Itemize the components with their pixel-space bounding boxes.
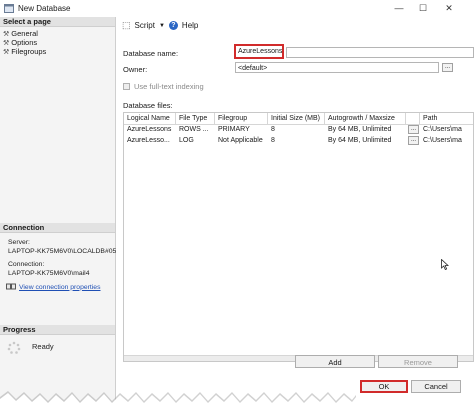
help-icon: ? xyxy=(168,21,178,30)
progress-status: Ready xyxy=(32,342,54,351)
table-row[interactable]: AzureLessons ROWS ... PRIMARY 8 By 64 MB… xyxy=(124,124,473,135)
column-header[interactable]: Initial Size (MB) xyxy=(268,113,325,124)
owner-label: Owner: xyxy=(123,65,148,74)
minimize-button[interactable]: — xyxy=(392,3,406,14)
maximize-button[interactable]: ☐ xyxy=(416,3,430,14)
autogrowth-browse-button[interactable]: ... xyxy=(408,125,419,134)
page-item-label: Filegroups xyxy=(11,47,47,56)
database-name-label: Database name: xyxy=(123,49,179,58)
database-app-icon xyxy=(4,4,14,13)
table-cell[interactable]: AzureLessons xyxy=(124,124,176,135)
owner-browse-button[interactable]: ... xyxy=(442,63,453,72)
torn-edge-decoration xyxy=(0,391,356,407)
script-button[interactable]: Script xyxy=(135,21,155,30)
column-header[interactable]: Autogrowth / Maxsize xyxy=(325,113,406,124)
left-pane: Select a page ⚒ General ⚒ Options ⚒ File… xyxy=(0,17,116,407)
chevron-down-icon[interactable]: ▼ xyxy=(159,23,165,29)
column-header[interactable]: Filegroup xyxy=(215,113,268,124)
toolbar: ⬚ Script ▼ ? Help xyxy=(122,20,198,31)
database-files-label: Database files: xyxy=(123,101,173,110)
column-header[interactable]: Path xyxy=(420,113,473,124)
table-cell[interactable]: PRIMARY xyxy=(215,124,268,135)
autogrowth-browse-button[interactable]: ... xyxy=(408,136,419,145)
add-button[interactable]: Add xyxy=(295,355,375,368)
fulltext-checkbox[interactable] xyxy=(123,83,130,90)
close-button[interactable]: ✕ xyxy=(442,3,456,14)
progress-spinner-icon xyxy=(7,341,21,354)
connection-properties-icon xyxy=(6,283,16,290)
connection-value: LAPTOP-KK75M6V0\mail4 xyxy=(8,270,90,277)
wrench-icon: ⚒ xyxy=(3,30,10,38)
table-cell[interactable]: AzureLesso... xyxy=(124,135,176,146)
owner-input[interactable]: <default> xyxy=(235,62,439,73)
database-name-input[interactable]: AzureLessons xyxy=(234,44,284,59)
table-cell[interactable]: By 64 MB, Unlimited xyxy=(325,124,406,135)
window-title: New Database xyxy=(18,4,71,13)
mouse-cursor-icon xyxy=(441,259,449,270)
remove-button[interactable]: Remove xyxy=(378,355,458,368)
page-item-options[interactable]: ⚒ Options xyxy=(3,38,37,47)
table-row[interactable]: AzureLesso... LOG Not Applicable 8 By 64… xyxy=(124,135,473,146)
table-cell[interactable]: 8 xyxy=(268,124,325,135)
page-item-label: Options xyxy=(11,38,38,47)
table-cell[interactable]: 8 xyxy=(268,135,325,146)
connection-header: Connection xyxy=(0,223,115,233)
page-item-filegroups[interactable]: ⚒ Filegroups xyxy=(3,47,46,56)
server-label: Server: xyxy=(8,239,30,246)
page-item-label: General xyxy=(11,29,38,38)
view-connection-row[interactable]: View connection properties xyxy=(6,283,101,291)
table-cell[interactable]: C:\Users\ma xyxy=(420,124,473,135)
table-cell[interactable]: LOG xyxy=(176,135,215,146)
database-files-grid: Logical Name File Type Filegroup Initial… xyxy=(123,112,474,362)
table-cell[interactable]: ROWS ... xyxy=(176,124,215,135)
database-name-input-extent[interactable] xyxy=(286,47,474,58)
table-cell[interactable]: Not Applicable xyxy=(215,135,268,146)
table-cell[interactable]: C:\Users\ma xyxy=(420,135,473,146)
table-cell[interactable]: By 64 MB, Unlimited xyxy=(325,135,406,146)
column-header[interactable]: Logical Name xyxy=(124,113,176,124)
wrench-icon: ⚒ xyxy=(3,48,10,56)
view-connection-link[interactable]: View connection properties xyxy=(19,284,101,291)
window-title-bar: New Database — ☐ ✕ xyxy=(0,0,474,18)
server-value: LAPTOP-KK75M6V0\LOCALDB#05 xyxy=(8,248,117,255)
help-button[interactable]: Help xyxy=(182,21,198,30)
select-page-header: Select a page xyxy=(0,17,115,27)
wrench-icon: ⚒ xyxy=(3,39,10,47)
page-item-general[interactable]: ⚒ General xyxy=(3,29,38,38)
column-header[interactable]: File Type xyxy=(176,113,215,124)
connection-label: Connection: xyxy=(8,261,45,268)
script-icon: ⬚ xyxy=(122,20,131,30)
progress-header: Progress xyxy=(0,325,115,335)
fulltext-label: Use full-text indexing xyxy=(134,82,204,91)
main-pane: ⬚ Script ▼ ? Help Database name: AzureLe… xyxy=(116,17,474,407)
column-header[interactable] xyxy=(406,113,420,124)
